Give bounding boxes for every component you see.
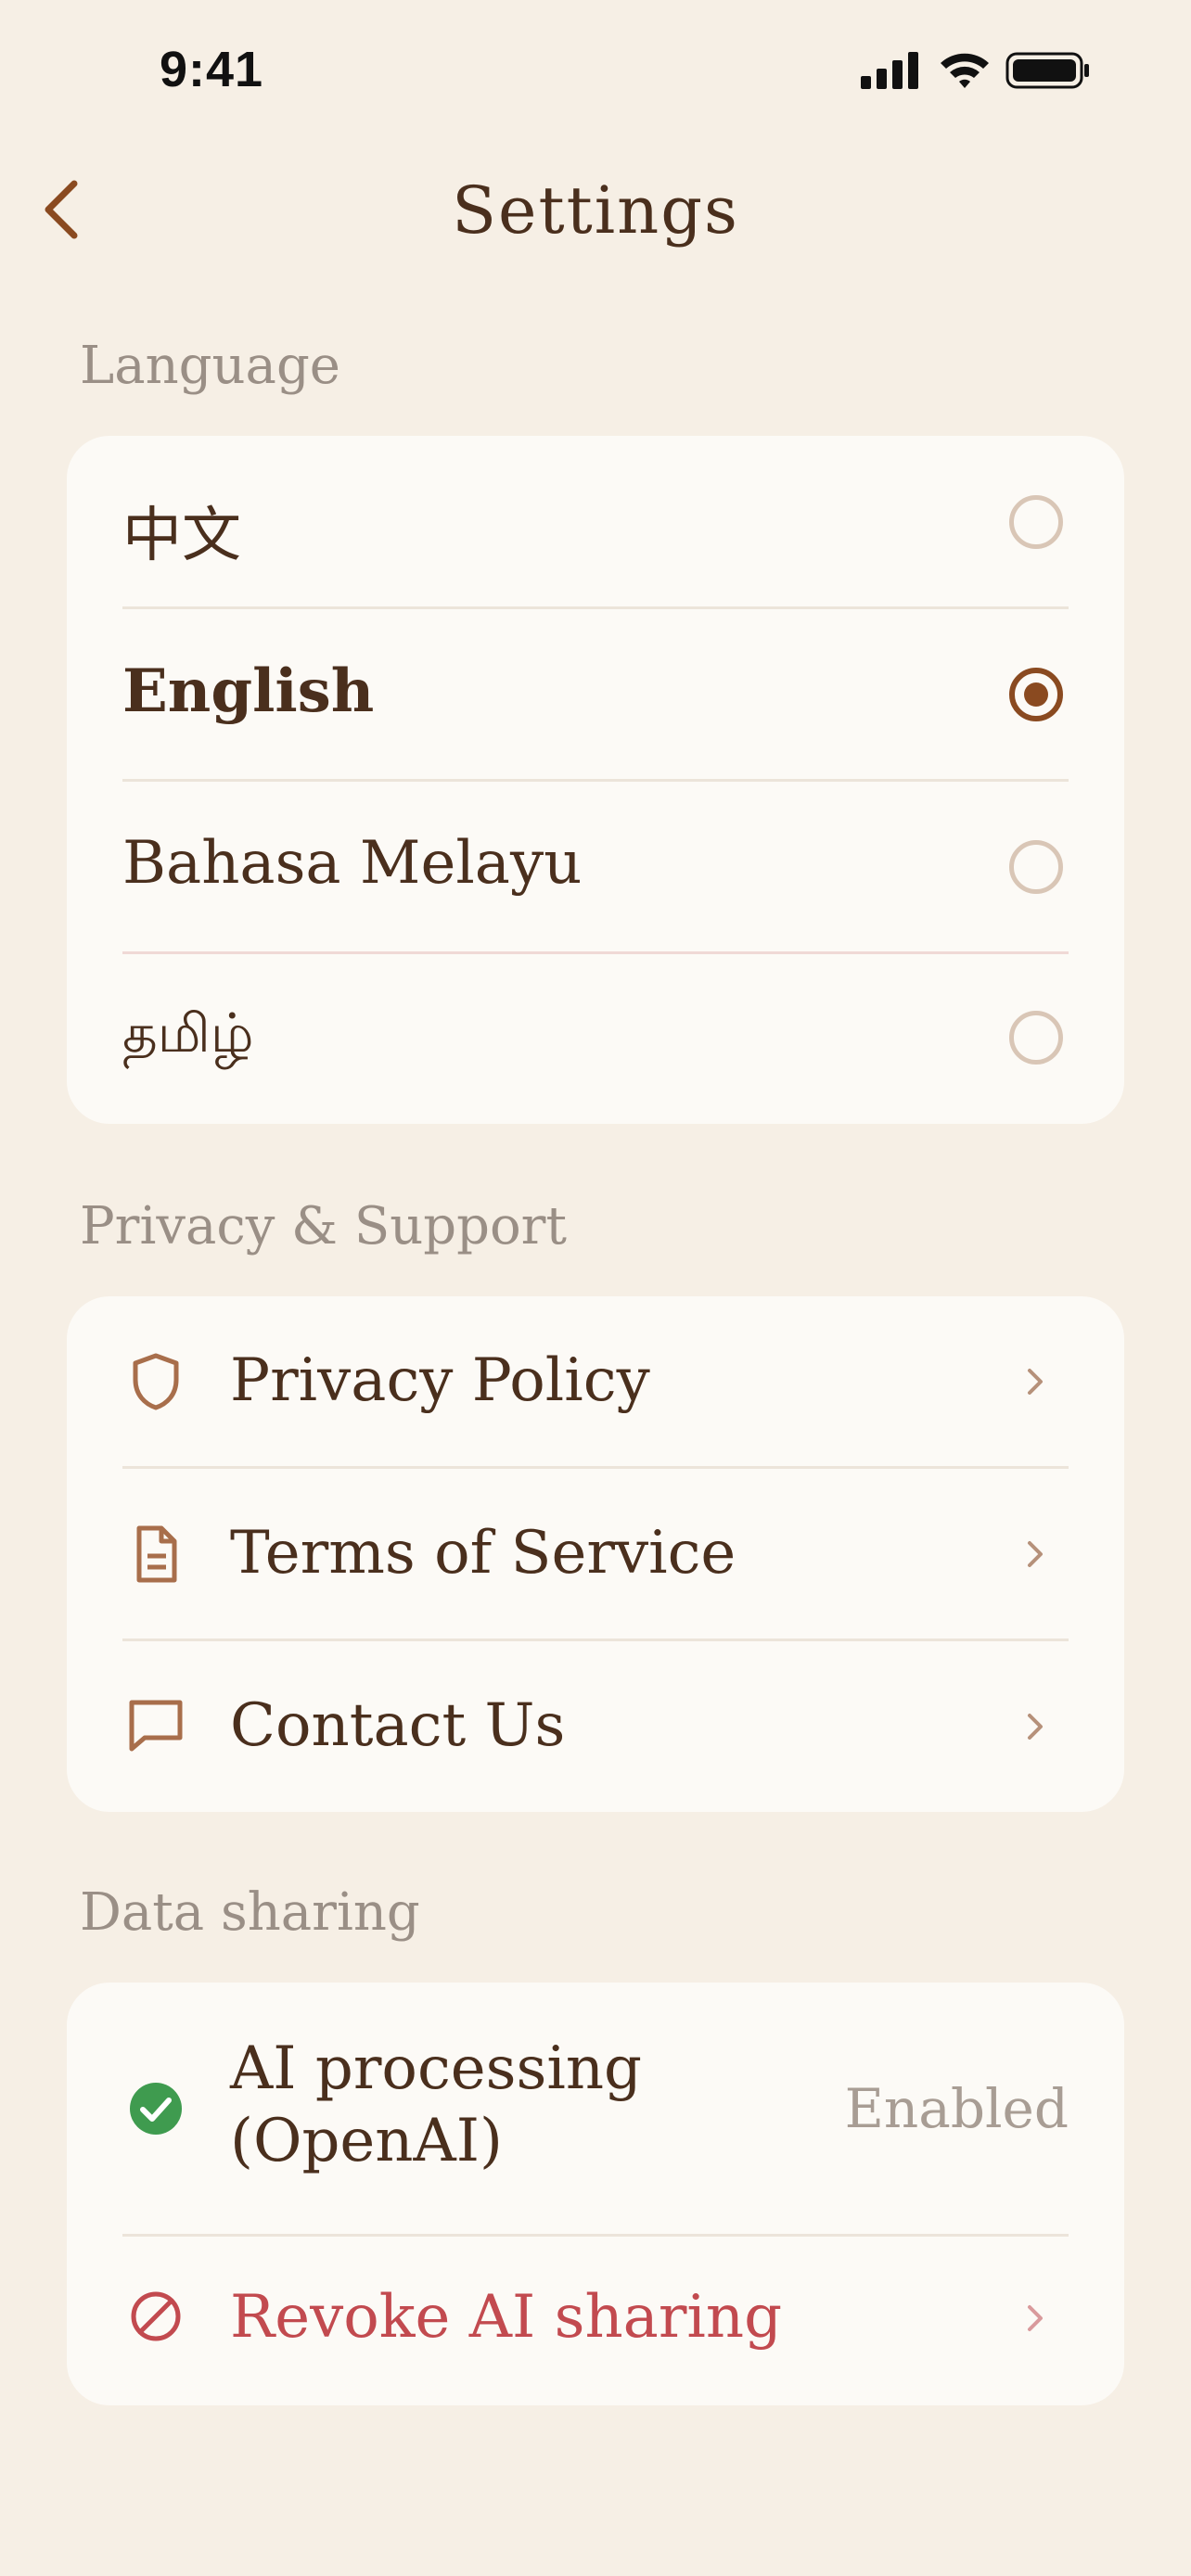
language-option-label: English (122, 657, 375, 726)
ai-processing-label-line1: AI processing (230, 2034, 642, 2103)
chevron-right-icon (1028, 1369, 1043, 1395)
language-option-tamil[interactable]: தமிழ் (67, 953, 1124, 1124)
cellular-signal-icon (861, 52, 918, 89)
battery-icon (1005, 52, 1089, 89)
status-time: 9:41 (160, 42, 264, 97)
row-label: Privacy Policy (230, 1346, 650, 1415)
language-option-malay[interactable]: Bahasa Melayu (67, 781, 1124, 953)
radio-button[interactable] (1009, 840, 1063, 894)
revoke-ai-sharing-label: Revoke AI sharing (230, 2283, 783, 2352)
shield-icon (133, 1353, 179, 1410)
chevron-right-icon (1028, 1541, 1043, 1567)
document-icon (136, 1525, 177, 1583)
revoke-ai-sharing-row[interactable]: Revoke AI sharing (67, 2237, 1124, 2405)
radio-button-selected[interactable] (1009, 668, 1063, 721)
terms-of-service-row[interactable]: Terms of Service (67, 1469, 1124, 1639)
privacy-card: Privacy Policy Terms of Service Contact … (67, 1296, 1124, 1812)
privacy-policy-row[interactable]: Privacy Policy (67, 1296, 1124, 1467)
language-option-label: Bahasa Melayu (122, 829, 583, 898)
chevron-right-icon (1028, 2305, 1043, 2331)
language-card: 中文 English Bahasa Melayu தமிழ் (67, 436, 1124, 1124)
section-header-language: Language (80, 336, 340, 396)
chevron-right-icon (1028, 1714, 1043, 1740)
language-option-chinese[interactable]: 中文 (67, 436, 1124, 608)
row-label: Terms of Service (230, 1519, 736, 1588)
row-label: Contact Us (230, 1691, 566, 1760)
ai-processing-label-line2: (OpenAI) (230, 2107, 503, 2175)
section-header-privacy: Privacy & Support (80, 1196, 567, 1256)
chat-bubble-icon (129, 1700, 183, 1752)
language-option-english[interactable]: English (67, 608, 1124, 781)
prohibited-icon (131, 2291, 181, 2341)
page-title: Settings (452, 172, 739, 249)
data-sharing-card: AI processing (OpenAI) Enabled Revoke AI… (67, 1983, 1124, 2405)
contact-us-row[interactable]: Contact Us (67, 1641, 1124, 1812)
radio-button[interactable] (1009, 1011, 1063, 1065)
navigation-bar: Settings (0, 148, 1191, 278)
status-bar: 9:41 (0, 0, 1191, 139)
language-option-label: 中文 (122, 502, 241, 570)
language-option-label: தமிழ் (122, 1001, 254, 1065)
ai-processing-status: Enabled (844, 2077, 1069, 2140)
ai-processing-row: AI processing (OpenAI) Enabled (67, 1983, 1124, 2235)
wifi-icon (941, 53, 989, 88)
section-header-data-sharing: Data sharing (80, 1882, 420, 1943)
radio-button[interactable] (1009, 495, 1063, 549)
check-circle-icon (130, 2083, 182, 2135)
